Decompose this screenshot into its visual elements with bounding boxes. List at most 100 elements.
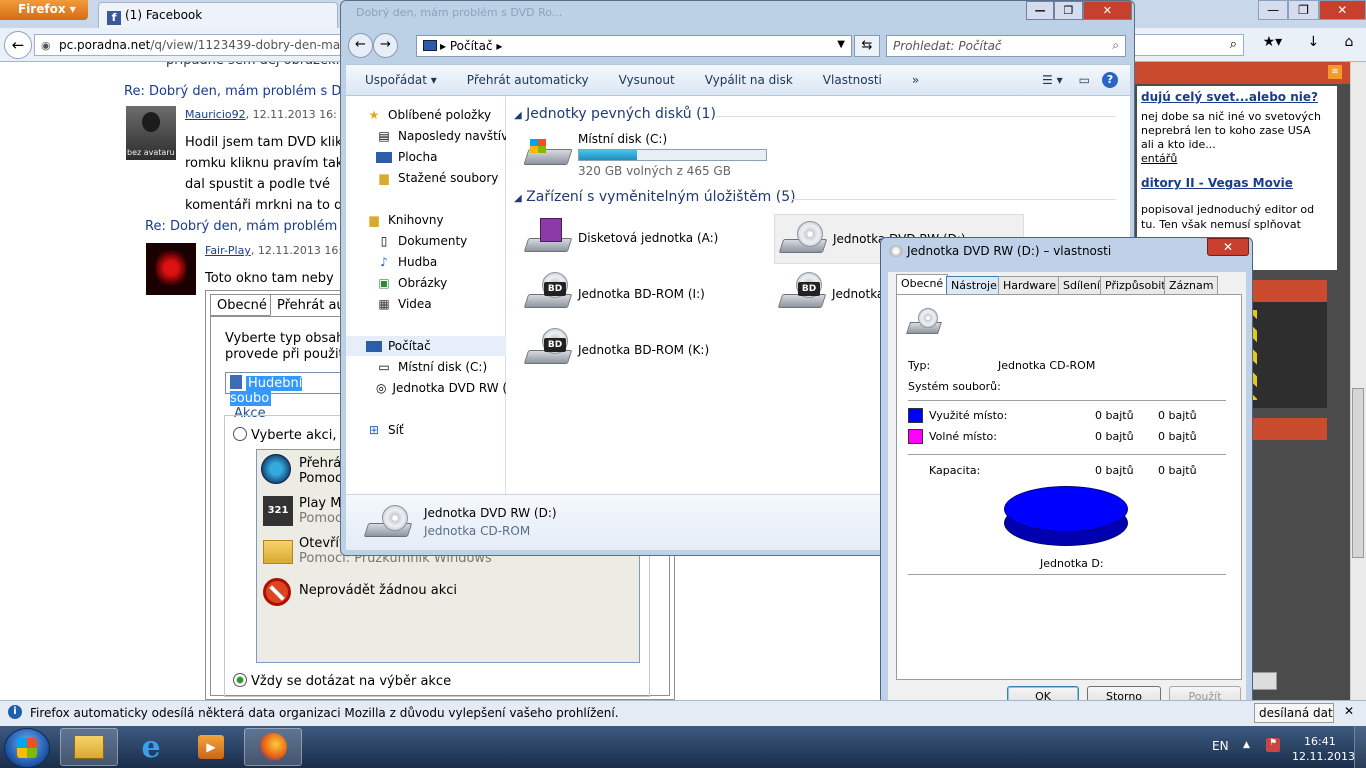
group-label: Zařízení s vyměnitelným úložištěm (5) — [526, 189, 796, 205]
drive-name: Jednotka BD-ROM (K:) — [578, 343, 710, 357]
minimize-button[interactable]: — — [1258, 0, 1289, 20]
radio-button-selected[interactable] — [233, 673, 247, 687]
close-icon[interactable]: ✕ — [1344, 704, 1354, 718]
drive-bd-i[interactable]: BD Jednotka BD-ROM (I:) — [523, 272, 705, 316]
preview-pane-icon[interactable]: ▭ — [1071, 73, 1098, 87]
tab-general[interactable]: Obecné — [896, 274, 949, 295]
forward-button[interactable]: → — [373, 33, 398, 58]
downloads-folder-icon: ▆ — [379, 171, 389, 185]
content-type-select[interactable]: Hudební soubo — [225, 372, 345, 406]
nav-dvd-drive[interactable]: ◎ Jednotka DVD RW (D — [376, 378, 506, 398]
show-desktop-button[interactable] — [1354, 726, 1366, 768]
notification-button[interactable]: desílaná data — [1254, 703, 1334, 723]
firefox-toolbar-icons: ★▾ ↓ ⌂ — [1250, 34, 1366, 56]
radio-button[interactable] — [233, 427, 247, 441]
nav-computer[interactable]: Počítač — [346, 336, 506, 356]
info-icon: i — [8, 705, 22, 719]
nav-favorites[interactable]: ★ Oblíbené položky — [366, 105, 526, 125]
comments-link[interactable]: entářů — [1141, 152, 1333, 166]
separator — [908, 574, 1226, 575]
page-scrollbar[interactable] — [1350, 62, 1366, 700]
view-options-icon[interactable]: ☰ ▾ — [1034, 73, 1071, 87]
chevron-down-icon[interactable]: ▼ — [837, 39, 845, 50]
author-link[interactable]: Mauricio92 — [185, 108, 246, 121]
refresh-button[interactable]: ⇆ — [854, 35, 880, 57]
radio-choose[interactable]: Vyberte akci, k — [233, 427, 348, 443]
action-center-icon[interactable]: ⚑ — [1266, 738, 1280, 752]
radio-ask[interactable]: Vždy se dotázat na výběr akce — [233, 673, 451, 689]
group-removable-header[interactable]: ◢ Zařízení s vyměnitelným úložištěm (5) — [514, 189, 796, 205]
post-title[interactable]: Re: Dobrý den, mám problém s — [145, 219, 348, 234]
notification-bar: Firefox automaticky odesílá některá data… — [0, 700, 1366, 726]
action-item[interactable]: Neprovádět žádnou akci — [299, 583, 457, 598]
start-button[interactable] — [4, 728, 50, 768]
tab-general[interactable]: Obecné — [210, 294, 274, 316]
url-bar[interactable]: ◉ pc.poradna.net/q/view/1123439-dobry-den… — [34, 34, 344, 56]
nav-network[interactable]: ⊞ Síť — [366, 420, 526, 440]
maximize-button[interactable]: ❐ — [1054, 1, 1083, 20]
back-button[interactable]: ← — [4, 31, 32, 59]
bookmark-star-icon[interactable]: ★▾ — [1263, 34, 1283, 56]
radio-label: Vždy se dotázat na výběr akce — [251, 674, 452, 689]
drive-local-c[interactable]: Místní disk (C:) 320 GB volných z 465 GB — [523, 132, 767, 178]
avatar: bez avataru — [126, 106, 176, 160]
clock-date[interactable]: 12.11.2013 — [1292, 750, 1355, 763]
download-icon[interactable]: ↓ — [1307, 34, 1319, 56]
close-button[interactable]: ✕ — [1207, 238, 1249, 256]
rss-icon[interactable]: ≋ — [1328, 65, 1342, 79]
taskbar-explorer[interactable] — [60, 728, 118, 766]
firefox-search-box[interactable]: ⌕ — [1130, 34, 1244, 56]
help-icon[interactable]: ? — [1098, 72, 1130, 88]
firefox-window-buttons: — ❐ ✕ — [1258, 0, 1366, 20]
article-text: tu. Ten však nemusí splňovat — [1141, 218, 1301, 231]
explorer-search[interactable]: Prohledat: Počítač ⌕ — [886, 35, 1126, 57]
article-title[interactable]: dujú celý svet...alebo nie? — [1141, 90, 1333, 104]
taskbar-media-player[interactable]: ▶ — [182, 728, 240, 766]
tab-customize[interactable]: Přizpůsobit — [1100, 276, 1171, 295]
url-domain: pc.poradna.net — [59, 38, 151, 52]
firefox-menu-button[interactable]: Firefox ▾ — [0, 0, 88, 20]
search-icon[interactable]: ⌕ — [1230, 37, 1237, 52]
taskbar-firefox[interactable] — [244, 728, 302, 766]
drive-name: Jednotka BD-ROM (I:) — [578, 287, 705, 301]
eject-button[interactable]: Vysunout — [600, 73, 686, 87]
clock-time[interactable]: 16:41 — [1304, 735, 1336, 748]
nav-libraries[interactable]: ▆ Knihovny — [366, 210, 526, 230]
language-indicator[interactable]: EN — [1212, 739, 1229, 753]
network-icon: ⊞ — [368, 423, 380, 437]
minimize-button[interactable]: — — [1026, 1, 1055, 20]
clapper-icon: 321 — [263, 496, 293, 526]
show-hidden-icons[interactable]: ▲ — [1243, 740, 1250, 750]
author-link[interactable]: Fair-Play — [205, 244, 251, 257]
organize-button[interactable]: Uspořádat ▾ — [346, 73, 448, 87]
drive-floppy-a[interactable]: Disketová jednotka (A:) — [523, 216, 718, 260]
explorer-window-buttons: — ❐ ✕ — [1026, 1, 1132, 20]
properties-button[interactable]: Vlastnosti — [804, 73, 893, 87]
back-button[interactable]: ← — [348, 33, 373, 58]
close-button[interactable]: ✕ — [1082, 1, 1132, 20]
tab-sharing[interactable]: Sdílení — [1058, 276, 1105, 295]
maximize-button[interactable]: ❐ — [1288, 0, 1319, 20]
tab-recording[interactable]: Záznam — [1164, 276, 1219, 295]
tab-tools[interactable]: Nástroje — [946, 276, 1002, 295]
tab-hardware[interactable]: Hardware — [998, 276, 1062, 295]
scrollbar-thumb[interactable] — [1352, 388, 1364, 558]
address-bar[interactable]: ▸ Počítač ▸ ▼ — [416, 35, 852, 57]
drive-bd-j[interactable]: BD Jednotka — [777, 272, 884, 316]
pie-top — [1004, 486, 1128, 532]
windows-logo-icon — [17, 738, 37, 758]
drive-bd-k[interactable]: BD Jednotka BD-ROM (K:) — [523, 328, 710, 372]
more-button[interactable]: » — [893, 73, 930, 87]
post-title[interactable]: Re: Dobrý den, mám problém s DVD — [124, 84, 360, 99]
autoplay-button[interactable]: Přehrát automaticky — [448, 73, 600, 87]
drive-name: Místní disk (C:) — [578, 132, 668, 146]
article-title[interactable]: ditory II - Vegas Movie — [1141, 176, 1333, 190]
action-item[interactable]: Play M Pomoc — [299, 496, 342, 526]
close-button[interactable]: ✕ — [1318, 0, 1366, 20]
post-line: Hodil jsem tam DVD klik — [185, 135, 343, 150]
burn-button[interactable]: Vypálit na disk — [686, 73, 804, 87]
tab-facebook[interactable]: f (1) Facebook — [98, 2, 338, 28]
taskbar-ie[interactable]: e — [122, 728, 180, 766]
group-hdd-header[interactable]: ◢ Jednotky pevných disků (1) — [514, 106, 716, 122]
home-icon[interactable]: ⌂ — [1344, 34, 1353, 56]
